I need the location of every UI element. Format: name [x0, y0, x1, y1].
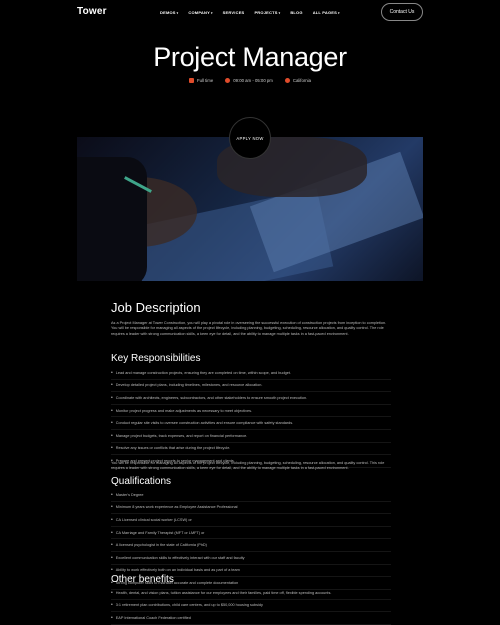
responsibilities-closing-text: You will be responsible for managing all…: [111, 461, 385, 471]
nav-item-company[interactable]: COMPANY▾: [188, 10, 212, 15]
main-nav: DEMOS▾ COMPANY▾ SERVICES PROJECTS▾ BLOG …: [160, 10, 340, 15]
list-item: Health, dental, and vision plans, tuitio…: [111, 587, 391, 600]
key-responsibilities-heading: Key Responsibilities: [111, 353, 201, 364]
job-hours: 09:00 am - 05:00 pm: [225, 78, 273, 83]
list-item: 3:1 retirement plan contributions, child…: [111, 600, 391, 613]
job-description-text: As a Project Manager at Tower Constructi…: [111, 321, 387, 336]
contact-us-button[interactable]: Contact Us: [381, 3, 423, 21]
chevron-down-icon: ▾: [176, 11, 179, 15]
list-item: Resolve any issues or conflicts that ari…: [111, 443, 391, 456]
location-pin-icon: [284, 78, 290, 83]
benefits-list: Health, dental, and vision plans, tuitio…: [111, 587, 391, 625]
nav-item-services[interactable]: SERVICES: [223, 10, 245, 15]
list-item: Lead and manage construction projects, e…: [111, 367, 391, 380]
chevron-down-icon: ▾: [210, 11, 213, 15]
nav-item-projects[interactable]: PROJECTS▾: [254, 10, 280, 15]
list-item: CA Marriage and Family Therapist (MFT or…: [111, 527, 391, 540]
job-type: Full time: [188, 78, 213, 83]
list-item: Develop detailed project plans, includin…: [111, 380, 391, 393]
list-item: Manage project budgets, track expenses, …: [111, 430, 391, 443]
nav-item-all-pages[interactable]: ALL PAGES▾: [313, 10, 340, 15]
responsibilities-list: Lead and manage construction projects, e…: [111, 367, 391, 468]
nav-item-demos[interactable]: DEMOS▾: [160, 10, 178, 15]
job-meta: Full time 09:00 am - 05:00 pm California: [0, 78, 500, 83]
chevron-down-icon: ▾: [338, 11, 340, 15]
page-title: Project Manager: [153, 42, 347, 72]
nav-item-blog[interactable]: BLOG: [290, 10, 302, 15]
list-item: Coordinate with architects, engineers, s…: [111, 392, 391, 405]
briefcase-icon: [188, 78, 194, 83]
list-item: CA Licensed clinical social worker (LCSW…: [111, 514, 391, 527]
logo[interactable]: Tower: [77, 6, 107, 17]
apply-now-button[interactable]: APPLY NOW: [229, 117, 271, 159]
clock-icon: [225, 78, 231, 83]
list-item: Monitor project progress and make adjust…: [111, 405, 391, 418]
chevron-down-icon: ▾: [278, 11, 281, 15]
list-item: Master's Degree: [111, 489, 391, 502]
list-item: EAP International Coach Federation certi…: [111, 612, 391, 625]
job-description-heading: Job Description: [111, 300, 201, 315]
site-header: Tower DEMOS▾ COMPANY▾ SERVICES PROJECTS▾…: [0, 0, 500, 26]
list-item: Minimum 8 years work experience as Emplo…: [111, 502, 391, 515]
list-item: A licensed psychologist in the state of …: [111, 539, 391, 552]
other-benefits-heading: Other benefits: [111, 574, 174, 585]
job-location: California: [284, 78, 311, 83]
list-item: Excellent communication skills to effect…: [111, 552, 391, 565]
list-item: Conduct regular site visits to oversee c…: [111, 417, 391, 430]
qualifications-heading: Qualifications: [111, 476, 172, 487]
